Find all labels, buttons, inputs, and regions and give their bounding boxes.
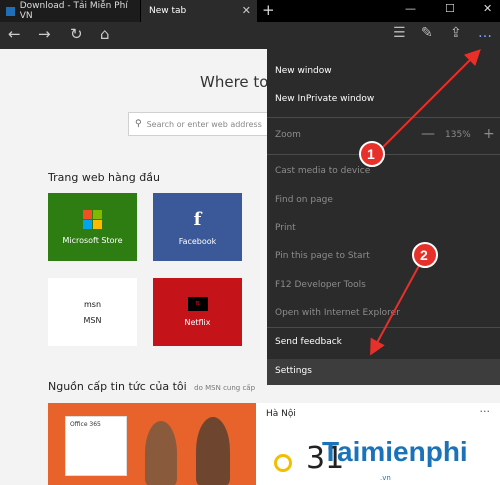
menu-divider <box>267 154 500 155</box>
menu-divider <box>267 117 500 118</box>
navigation-bar: ← → ↻ ⌂ ☰ ✎ ⇪ … <box>0 22 500 49</box>
close-window-button[interactable]: ✕ <box>483 2 492 15</box>
tab-title: New tab <box>149 6 187 16</box>
tile-microsoft-store[interactable]: Microsoft Store <box>48 193 137 261</box>
watermark-logo: Taimienphi <box>322 436 468 467</box>
watermark-domain: .vn <box>380 474 391 482</box>
news-photo-person <box>145 421 177 485</box>
refresh-button[interactable]: ↻ <box>70 25 83 43</box>
top-sites-title: Trang web hàng đầu <box>48 171 160 184</box>
tile-label: Microsoft Store <box>62 235 123 245</box>
tile-label: Facebook <box>178 236 217 246</box>
menu-cast-media[interactable]: Cast media to device <box>275 166 370 176</box>
netflix-logo-icon: N <box>187 297 208 311</box>
title-bar: Download - Tải Miễn Phí VN New tab ✕ + —… <box>0 0 500 22</box>
menu-send-feedback[interactable]: Send feedback <box>275 337 342 347</box>
weather-more-icon[interactable]: ··· <box>480 405 491 418</box>
search-icon: ⚲ <box>135 119 142 129</box>
home-button[interactable]: ⌂ <box>100 25 110 43</box>
close-tab-icon[interactable]: ✕ <box>242 4 251 17</box>
forward-button[interactable]: → <box>38 25 51 43</box>
zoom-in-button[interactable]: + <box>483 126 495 142</box>
new-tab-button[interactable]: + <box>262 1 275 19</box>
search-input[interactable]: ⚲ Search or enter web address <box>128 112 278 136</box>
menu-f12-tools[interactable]: F12 Developer Tools <box>275 280 366 290</box>
maximize-button[interactable]: ☐ <box>445 2 455 15</box>
menu-find-on-page[interactable]: Find on page <box>275 195 333 205</box>
more-actions-button[interactable]: … <box>478 25 492 41</box>
back-button[interactable]: ← <box>8 25 21 43</box>
menu-pin-to-start[interactable]: Pin this page to Start <box>275 251 370 261</box>
web-note-icon[interactable]: ✎ <box>421 25 433 41</box>
weather-city: Hà Nội <box>266 409 296 419</box>
tile-facebook[interactable]: f Facebook <box>153 193 242 261</box>
tile-label: MSN <box>83 315 102 325</box>
menu-print[interactable]: Print <box>275 223 296 233</box>
tab-new-tab[interactable]: New tab ✕ <box>141 0 257 22</box>
menu-settings[interactable]: Settings <box>267 359 500 385</box>
zoom-label: Zoom <box>275 130 301 140</box>
share-icon[interactable]: ⇪ <box>450 25 462 41</box>
tile-netflix[interactable]: N Netflix <box>153 278 242 346</box>
news-photo-person <box>196 417 230 485</box>
menu-settings-label: Settings <box>275 366 312 376</box>
office-ad-image: Office 365 <box>65 416 127 476</box>
minimize-button[interactable]: — <box>405 2 416 15</box>
menu-divider <box>267 327 500 328</box>
facebook-logo-icon: f <box>193 208 202 230</box>
menu-new-inprivate-window[interactable]: New InPrivate window <box>275 94 374 104</box>
news-feed-title: Nguồn cấp tin tức của tôi do MSN cung cấ… <box>48 380 256 393</box>
zoom-value: 135% <box>445 130 471 140</box>
tab-title: Download - Tải Miễn Phí VN <box>19 1 128 21</box>
tile-msn[interactable]: msn MSN <box>48 278 137 346</box>
menu-new-window[interactable]: New window <box>275 66 332 76</box>
sun-icon <box>274 454 292 472</box>
hub-icon[interactable]: ☰ <box>393 25 406 41</box>
site-favicon-icon <box>6 6 15 16</box>
search-placeholder: Search or enter web address <box>146 119 262 129</box>
msn-logo-icon: msn <box>83 299 102 309</box>
browser-window: Download - Tải Miễn Phí VN New tab ✕ + —… <box>0 0 500 485</box>
tab-download[interactable]: Download - Tải Miễn Phí VN <box>0 0 140 22</box>
tile-label: Netflix <box>184 318 211 327</box>
page-heading: Where to <box>200 73 269 91</box>
microsoft-logo-icon <box>83 209 102 229</box>
more-actions-menu: New window New InPrivate window Zoom — 1… <box>267 49 500 385</box>
menu-open-with-ie[interactable]: Open with Internet Explorer <box>275 308 400 318</box>
zoom-control: Zoom — 135% + <box>275 126 495 146</box>
zoom-out-button[interactable]: — <box>421 126 435 142</box>
